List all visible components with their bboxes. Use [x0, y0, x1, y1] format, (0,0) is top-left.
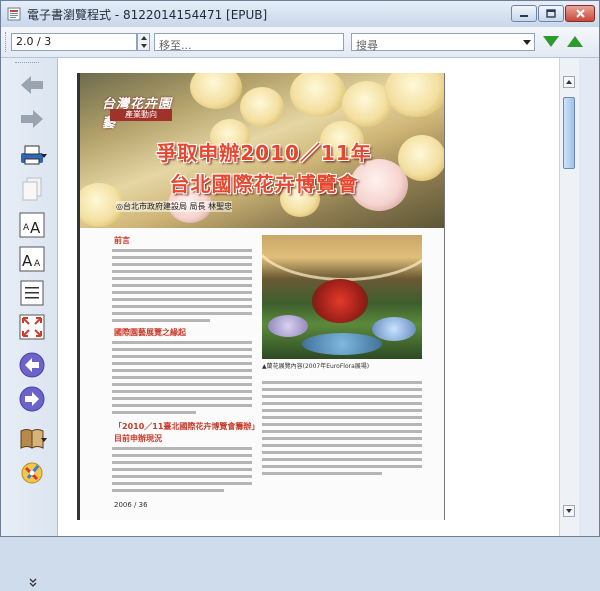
left-toolbar-grip[interactable] — [15, 62, 39, 66]
right-margin-panel — [579, 58, 599, 536]
spin-down-icon[interactable] — [141, 44, 147, 48]
article-byline: ◎台北市政府建設局 局長 林聖忠 — [116, 201, 233, 212]
section-title: 前言 — [114, 236, 130, 245]
font-increase-icon: AA — [19, 212, 45, 238]
font-increase-button[interactable]: AA — [17, 210, 47, 240]
scroll-up-button[interactable] — [563, 76, 575, 88]
page-layout-button[interactable] — [17, 278, 47, 308]
section-title: 「2010／11臺北國際花卉博覽會籌辦」 — [114, 422, 260, 431]
minimize-button[interactable] — [511, 5, 537, 22]
scroll-up-icon — [566, 80, 572, 84]
library-dropdown-icon[interactable] — [41, 438, 47, 442]
minimize-icon — [520, 14, 528, 17]
logo-tag: 產業動向 — [110, 109, 172, 121]
reading-pane[interactable]: 台灣花卉園藝 產業動向 爭取申辦2010／11年 台北國際花卉博覽會 ◎台北市政… — [58, 58, 559, 536]
copy-button[interactable] — [17, 174, 47, 204]
photo-caption: ▲蘭花展覽內容(2007年EuroFlora展場) — [262, 363, 370, 370]
search-box[interactable] — [351, 33, 538, 54]
forward-arrow-icon — [21, 110, 43, 128]
page-spinner[interactable] — [137, 33, 150, 51]
svg-text:A: A — [22, 252, 33, 270]
goto-input-box[interactable] — [154, 33, 347, 54]
find-next-icon[interactable] — [543, 36, 559, 47]
fit-window-button[interactable] — [17, 312, 47, 342]
vertical-scrollbar[interactable] — [559, 58, 579, 536]
maximize-icon — [546, 9, 556, 18]
headline-line-2: 台北國際花卉博覽會 — [169, 172, 359, 196]
page-number-value: 2.0 / 3 — [16, 35, 52, 48]
paragraph-block — [112, 341, 252, 418]
next-page-icon — [19, 386, 45, 412]
toolbar-grip[interactable] — [5, 32, 9, 52]
previous-page-icon — [19, 352, 45, 378]
exhibition-photo — [262, 235, 422, 359]
app-window: 電子書瀏覽程式 - 8122014154471 [EPUB] 2.0 / 3 移… — [0, 0, 600, 587]
svg-text:A: A — [23, 223, 30, 233]
magazine-logo: 台灣花卉園藝 產業動向 — [102, 93, 180, 131]
fit-to-window-icon — [19, 314, 45, 340]
print-button[interactable] — [17, 140, 47, 170]
spin-up-icon[interactable] — [141, 36, 147, 40]
left-toolbar: AA AA — [1, 58, 58, 587]
more-tools-icon[interactable] — [29, 578, 37, 591]
title-bar: 電子書瀏覽程式 - 8122014154471 [EPUB] — [1, 1, 599, 28]
print-dropdown-icon[interactable] — [41, 154, 47, 158]
window-title: 電子書瀏覽程式 - 8122014154471 [EPUB] — [27, 8, 268, 22]
next-page-button[interactable] — [17, 384, 47, 414]
book-page: 台灣花卉園藝 產業動向 爭取申辦2010／11年 台北國際花卉博覽會 ◎台北市政… — [77, 73, 445, 520]
search-dropdown-icon[interactable] — [523, 40, 531, 45]
paragraph-block — [112, 249, 252, 326]
maximize-button[interactable] — [538, 5, 564, 22]
article-right-column: ▲蘭花展覽內容(2007年EuroFlora展場) — [262, 235, 424, 505]
app-icon — [7, 7, 21, 21]
section-title: 國際園藝展覽之緣起 — [114, 328, 186, 337]
headline-line-1: 爭取申辦2010／11年 — [156, 141, 372, 165]
tools-icon — [21, 462, 43, 484]
top-toolbar: 2.0 / 3 — [1, 27, 599, 58]
section-subtitle: 目前申辦現況 — [114, 434, 162, 443]
search-input[interactable] — [352, 37, 538, 54]
svg-text:A: A — [34, 259, 41, 269]
scroll-thumb[interactable] — [563, 97, 575, 169]
paragraph-block — [262, 381, 422, 479]
library-button[interactable] — [17, 424, 47, 454]
find-previous-icon[interactable] — [567, 36, 583, 47]
svg-text:A: A — [30, 219, 41, 237]
font-decrease-icon: AA — [19, 246, 45, 272]
font-decrease-button[interactable]: AA — [17, 244, 47, 274]
page-number-field[interactable]: 2.0 / 3 — [11, 33, 137, 51]
page-footer-number: 2006 / 36 — [114, 501, 148, 509]
tools-button[interactable] — [17, 458, 47, 488]
page-layout-icon — [20, 280, 44, 306]
back-button[interactable] — [17, 70, 47, 100]
previous-page-button[interactable] — [17, 350, 47, 380]
goto-input[interactable] — [155, 37, 347, 54]
forward-button[interactable] — [17, 104, 47, 134]
paragraph-block — [112, 447, 252, 496]
copy-page-icon — [22, 177, 42, 201]
article-left-column: 前言 國際園藝展覽之緣起 「2010／11臺北國際花卉博覽會籌辦」 目前申辦現況 — [112, 235, 259, 505]
close-icon — [575, 9, 585, 18]
article-headline: 爭取申辦2010／11年 台北國際花卉博覽會 — [94, 137, 434, 197]
scroll-down-button[interactable] — [563, 505, 575, 517]
back-arrow-icon — [21, 76, 43, 94]
close-button[interactable] — [565, 5, 595, 22]
scroll-down-icon — [566, 509, 572, 513]
